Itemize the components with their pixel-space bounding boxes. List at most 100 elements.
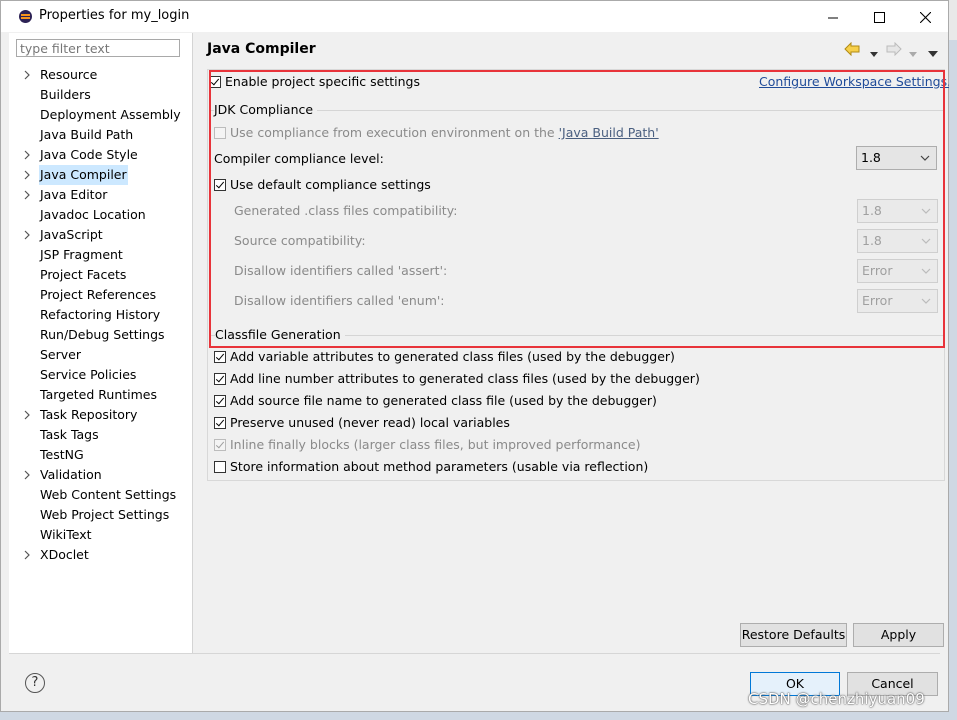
source-compat-value: 1.8 [862, 233, 882, 248]
tree-item-label: Refactoring History [40, 307, 161, 322]
chevron-right-icon[interactable] [23, 405, 33, 425]
tree-item[interactable]: TestNG [9, 445, 192, 465]
tree-item[interactable]: Project Facets [9, 265, 192, 285]
tree-item-label: TestNG [40, 447, 84, 462]
tree-item-label: Resource [40, 67, 98, 82]
background-window-bottom [0, 712, 949, 720]
tree-item[interactable]: Java Build Path [9, 125, 192, 145]
category-tree-pane: Resource Builders Deployment Assembly Java … [9, 33, 193, 653]
tree-item[interactable]: Validation [9, 465, 192, 485]
tree-item[interactable]: Deployment Assembly [9, 105, 192, 125]
back-arrow-icon[interactable] [844, 41, 860, 59]
tree-item[interactable]: Java Code Style [9, 145, 192, 165]
chevron-down-icon [921, 268, 931, 274]
use-default-compliance-checkbox[interactable] [214, 179, 226, 191]
enable-specific-checkbox[interactable] [209, 76, 221, 88]
tree-item[interactable]: Web Project Settings [9, 505, 192, 525]
chevron-right-icon[interactable] [23, 145, 33, 165]
tree-item-label: Java Build Path [40, 127, 134, 142]
tree-item[interactable]: JSP Fragment [9, 245, 192, 265]
cf-variable-checkbox[interactable] [214, 351, 226, 363]
chevron-down-icon [921, 238, 931, 244]
chevron-right-icon[interactable] [23, 185, 33, 205]
cf-source-checkbox[interactable] [214, 395, 226, 407]
back-dropdown-icon[interactable] [870, 46, 878, 61]
cf-variable-label: Add variable attributes to generated cla… [230, 349, 675, 364]
restore-defaults-button[interactable]: Restore Defaults [740, 623, 847, 647]
cf-store-label: Store information about method parameter… [230, 459, 649, 474]
configure-workspace-link[interactable]: Configure Workspace Settings... [759, 73, 957, 91]
tree-item[interactable]: WikiText [9, 525, 192, 545]
cf-source-label: Add source file name to generated class … [230, 393, 657, 408]
compliance-level-value: 1.8 [861, 150, 881, 165]
cf-store-checkbox[interactable] [214, 461, 226, 473]
use-default-compliance-label: Use default compliance settings [230, 177, 431, 192]
category-tree: Resource Builders Deployment Assembly Java … [9, 65, 192, 565]
maximize-button[interactable] [856, 1, 902, 32]
cf-preserve-checkbox[interactable] [214, 417, 226, 429]
enable-specific-row[interactable]: Enable project specific settings [209, 73, 509, 91]
eclipse-icon [19, 10, 32, 23]
watermark: CSDN @chenzhiyuan09 [748, 690, 925, 708]
use-compliance-text: Use compliance from execution environmen… [230, 125, 559, 140]
tree-item[interactable]: Builders [9, 85, 192, 105]
chevron-down-icon [921, 298, 931, 304]
cf-line-checkbox[interactable] [214, 373, 226, 385]
view-menu-icon[interactable] [928, 46, 938, 61]
tree-item-label: Task Tags [40, 427, 99, 442]
minimize-icon [828, 17, 838, 18]
tree-item[interactable]: Task Repository [9, 405, 192, 425]
close-button[interactable] [902, 1, 948, 32]
enum-select: Error [857, 289, 938, 313]
chevron-right-icon[interactable] [23, 465, 33, 485]
tree-item[interactable]: Run/Debug Settings [9, 325, 192, 345]
close-icon [919, 11, 931, 24]
classfile-generation-group-title: Classfile Generation [215, 327, 345, 343]
tree-item[interactable]: Java Compiler [9, 165, 192, 185]
compliance-level-label: Compiler compliance level: [214, 151, 384, 166]
tree-item[interactable]: Task Tags [9, 425, 192, 445]
enum-label: Disallow identifiers called 'enum': [234, 293, 445, 308]
use-compliance-label: Use compliance from execution environmen… [230, 124, 659, 142]
tree-item[interactable]: JavaScript [9, 225, 192, 245]
chevron-right-icon[interactable] [23, 225, 33, 245]
tree-item[interactable]: Resource [9, 65, 192, 85]
help-button[interactable]: ? [25, 673, 45, 693]
tree-item[interactable]: Web Content Settings [9, 485, 192, 505]
tree-item[interactable]: Server [9, 345, 192, 365]
tree-item-label: Java Editor [40, 187, 108, 202]
cf-inline-label: Inline finally blocks (larger class file… [230, 437, 641, 452]
tree-item-label: Java Compiler [39, 165, 128, 185]
minimize-button[interactable] [810, 1, 856, 32]
chevron-right-icon[interactable] [23, 165, 33, 185]
generated-compat-select: 1.8 [857, 199, 938, 223]
cf-line-label: Add line number attributes to generated … [230, 371, 700, 386]
apply-button[interactable]: Apply [853, 623, 944, 647]
tree-item-label: Deployment Assembly [40, 107, 181, 122]
tree-item[interactable]: Targeted Runtimes [9, 385, 192, 405]
chevron-right-icon[interactable] [23, 65, 33, 85]
chevron-down-icon [921, 208, 931, 214]
filter-input[interactable] [16, 39, 180, 57]
tree-item[interactable]: Refactoring History [9, 305, 192, 325]
cf-preserve-label: Preserve unused (never read) local varia… [230, 415, 510, 430]
chevron-right-icon[interactable] [23, 545, 33, 565]
page-title: Java Compiler [207, 41, 316, 57]
enum-value: Error [862, 293, 893, 308]
tree-item[interactable]: Java Editor [9, 185, 192, 205]
tree-item[interactable]: Service Policies [9, 365, 192, 385]
tree-item-label: Server [40, 347, 81, 362]
tree-item-label: Targeted Runtimes [40, 387, 157, 402]
source-compat-label: Source compatibility: [234, 233, 366, 248]
dialog-separator [9, 653, 940, 654]
tree-item[interactable]: XDoclet [9, 545, 192, 565]
generated-compat-value: 1.8 [862, 203, 882, 218]
title-bar: Properties for my_login [1, 1, 948, 32]
tree-item-label: WikiText [40, 527, 92, 542]
java-build-path-link[interactable]: 'Java Build Path' [559, 125, 659, 140]
jdk-compliance-group-title: JDK Compliance [214, 102, 318, 118]
compliance-level-select[interactable]: 1.8 [856, 146, 937, 170]
tree-item[interactable]: Project References [9, 285, 192, 305]
tree-item[interactable]: Javadoc Location [9, 205, 192, 225]
tree-item-label: Project Facets [40, 267, 127, 282]
